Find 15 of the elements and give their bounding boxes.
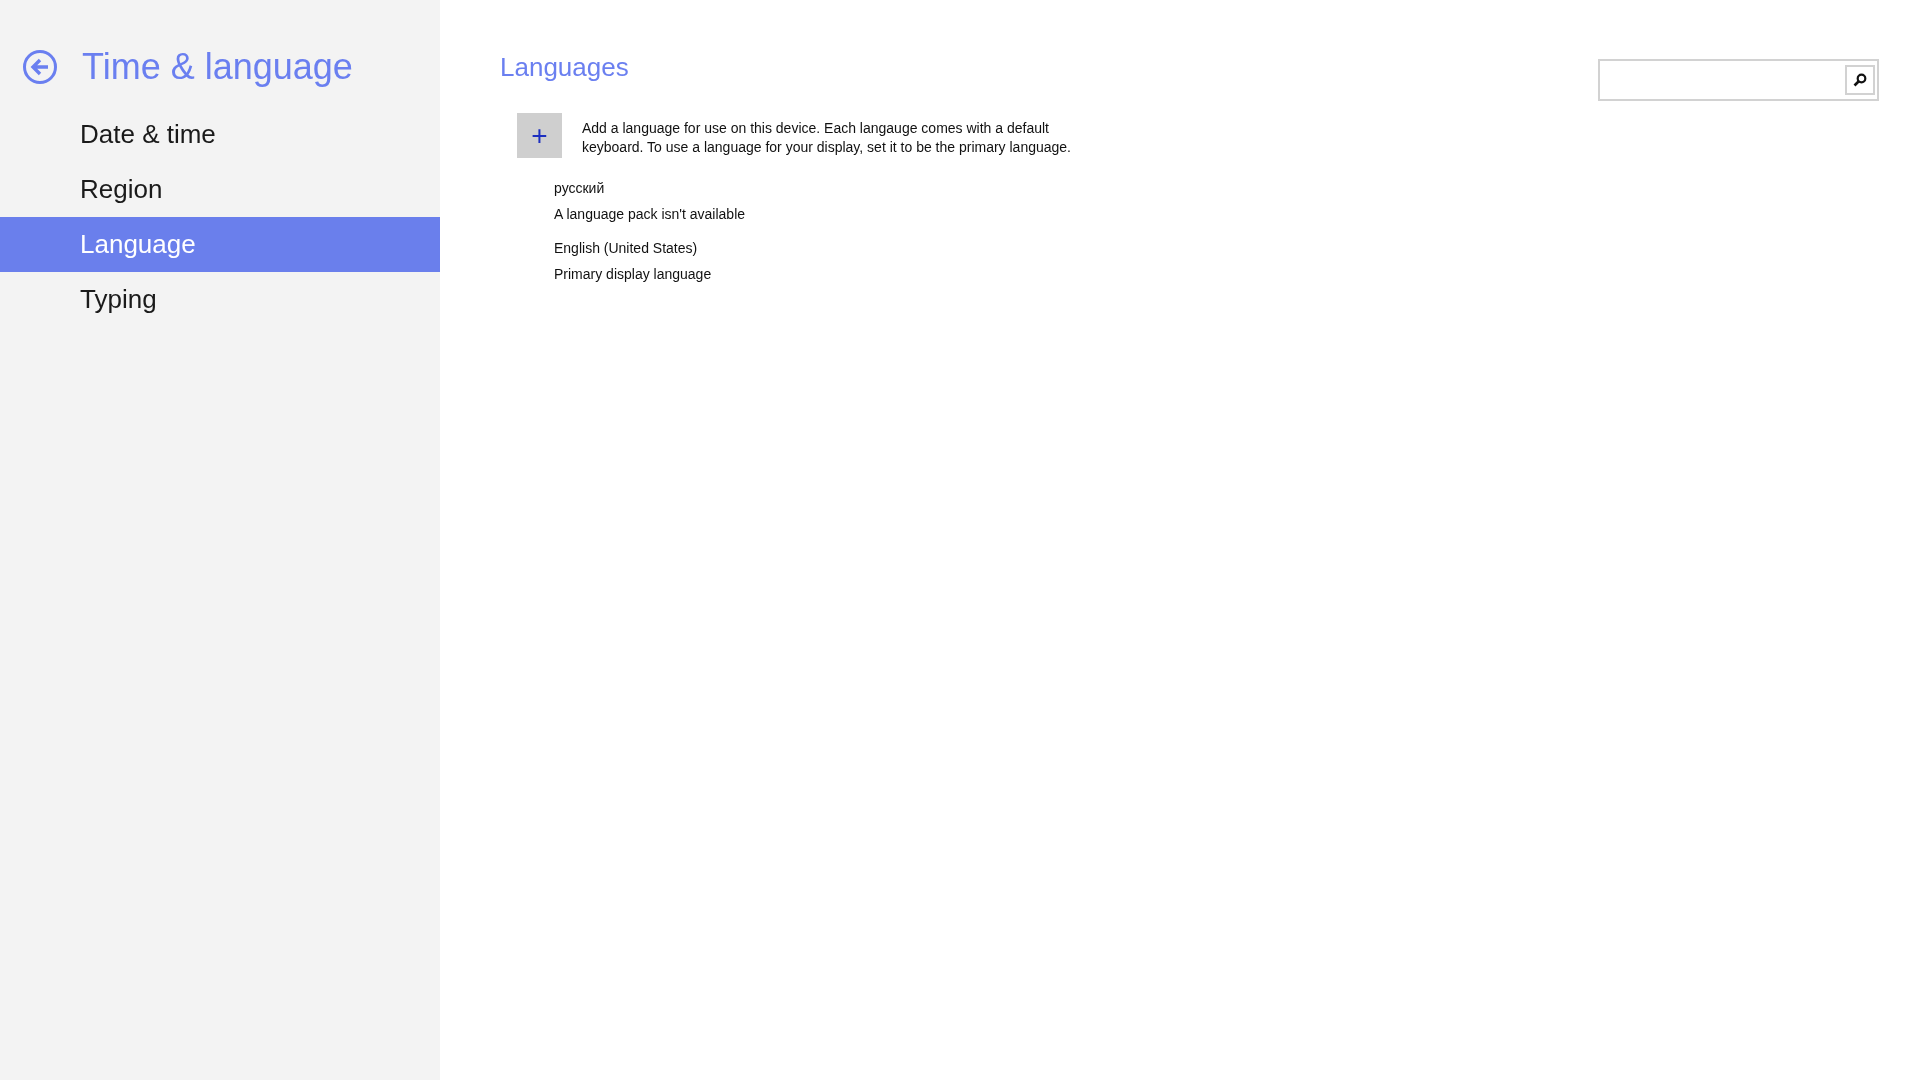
nav-item[interactable]: Date & time [0,107,440,162]
nav-item[interactable]: Typing [0,272,440,327]
page-title: Time & language [82,46,353,88]
back-icon[interactable] [22,49,58,85]
language-status: A language pack isn't available [554,206,747,222]
nav-item[interactable]: Region [0,162,440,217]
section-heading: Languages [500,52,629,83]
search-icon[interactable] [1845,65,1875,95]
language-name[interactable]: русский [554,180,1920,196]
add-language-button[interactable]: + [517,113,562,158]
language-name[interactable]: English (United States) [554,240,1920,256]
language-status: Primary display language [554,266,713,282]
search-field[interactable] [1598,59,1879,101]
nav-item[interactable]: Language [0,217,440,272]
description-text: Add a language for use on this device. Each langauge comes with a default keyboard. To use a language for your display, set it to be the primary language. [582,119,1072,157]
